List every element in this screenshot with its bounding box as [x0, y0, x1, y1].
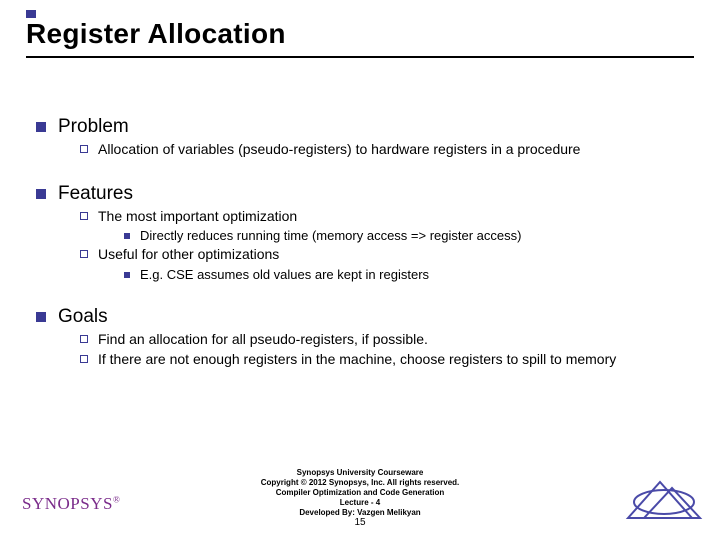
section-heading-text: Goals [58, 306, 108, 328]
hollow-square-icon [80, 355, 88, 363]
content: Problem Allocation of variables (pseudo-… [36, 110, 690, 371]
list-item: Useful for other optimizations [80, 246, 690, 264]
hollow-square-icon [80, 212, 88, 220]
corner-graphic-icon [622, 474, 706, 522]
title-rule [26, 56, 694, 58]
credit-line: Copyright © 2012 Synopsys, Inc. All righ… [261, 478, 460, 488]
section-heading: Features [36, 183, 690, 205]
logo-text: SYNOPSYS [22, 494, 113, 513]
hollow-square-icon [80, 335, 88, 343]
small-square-icon [124, 272, 130, 278]
title-area: Register Allocation [26, 14, 694, 50]
list-item-text: Useful for other optimizations [98, 246, 279, 264]
synopsys-logo: SYNOPSYS® [22, 494, 120, 514]
section-heading: Goals [36, 306, 690, 328]
small-square-icon [124, 233, 130, 239]
list-item-text: Find an allocation for all pseudo-regist… [98, 331, 428, 349]
square-bullet-icon [36, 312, 46, 322]
credit-line: Synopsys University Courseware [261, 468, 460, 478]
list-item: Allocation of variables (pseudo-register… [80, 141, 690, 159]
list-item-text: Allocation of variables (pseudo-register… [98, 141, 580, 159]
list-subitem: E.g. CSE assumes old values are kept in … [124, 267, 690, 282]
credit-line: Compiler Optimization and Code Generatio… [261, 488, 460, 498]
title-accent [26, 10, 36, 18]
page-number: 15 [354, 517, 365, 528]
list-item: Find an allocation for all pseudo-regist… [80, 331, 690, 349]
list-subitem: Directly reduces running time (memory ac… [124, 228, 690, 243]
list-item-text: If there are not enough registers in the… [98, 351, 616, 369]
list-item-text: The most important optimization [98, 208, 297, 226]
list-item: If there are not enough registers in the… [80, 351, 690, 369]
section-heading-text: Problem [58, 116, 129, 138]
page-title: Register Allocation [26, 14, 694, 50]
list-item: The most important optimization [80, 208, 690, 226]
logo-tm: ® [113, 494, 120, 504]
list-subitem-text: E.g. CSE assumes old values are kept in … [140, 267, 429, 282]
credits: Synopsys University Courseware Copyright… [261, 468, 460, 518]
hollow-square-icon [80, 250, 88, 258]
square-bullet-icon [36, 122, 46, 132]
square-bullet-icon [36, 189, 46, 199]
slide: Register Allocation Problem Allocation o… [0, 0, 720, 540]
section-heading-text: Features [58, 183, 133, 205]
footer: SYNOPSYS® Synopsys University Courseware… [0, 474, 720, 532]
section-heading: Problem [36, 116, 690, 138]
credit-line: Lecture - 4 [261, 498, 460, 508]
hollow-square-icon [80, 145, 88, 153]
list-subitem-text: Directly reduces running time (memory ac… [140, 228, 521, 243]
